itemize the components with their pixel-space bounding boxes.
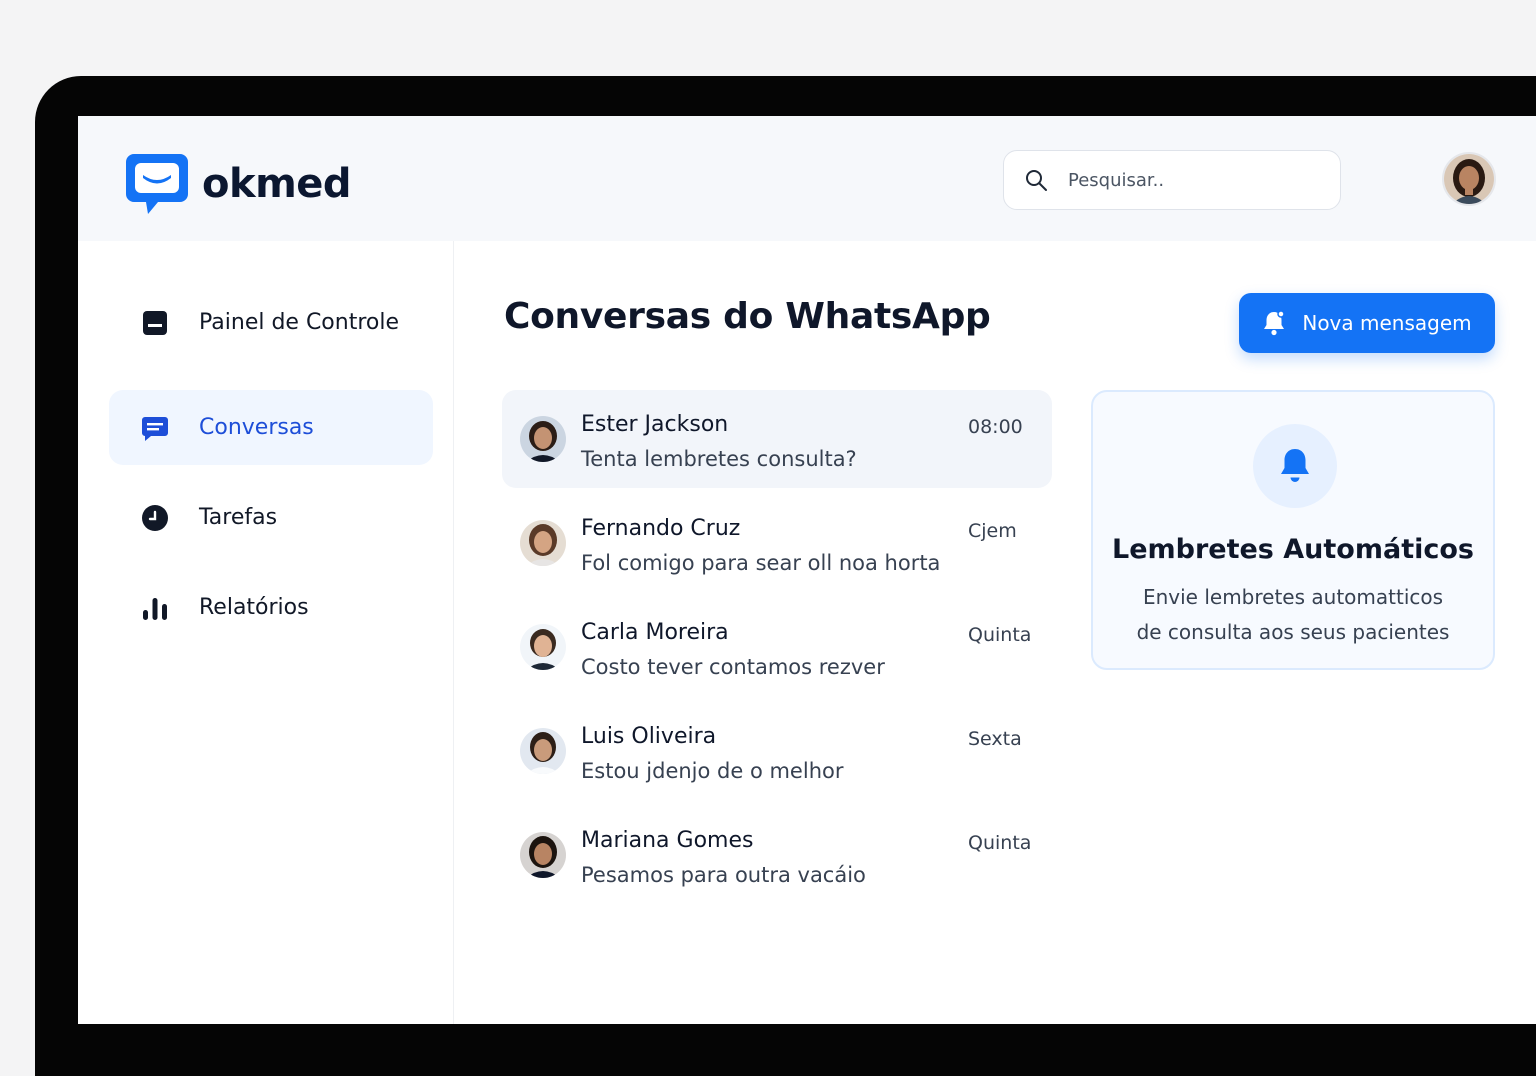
reminder-title: Lembretes Automáticos [1111, 534, 1474, 565]
top-header: okmed [78, 116, 1536, 241]
message-preview: Fol comigo para sear oll noa horta [581, 551, 941, 575]
contact-avatar [520, 728, 566, 774]
sidebar-item-conversas[interactable]: Conversas [109, 390, 433, 465]
message-time: Cjem [968, 520, 1017, 542]
conversation-row[interactable]: Fernando Cruz Fol comigo para sear oll n… [502, 494, 1052, 592]
message-time: Quinta [968, 832, 1032, 854]
contact-name: Fernando Cruz [581, 516, 741, 541]
contact-avatar [520, 520, 566, 566]
app-screen: okmed Pesquisar.. Painel de Controle Con… [78, 116, 1536, 1024]
message-preview: Pesamos para outra vacáio [581, 863, 866, 887]
brand-name: okmed [202, 161, 352, 207]
new-message-button[interactable]: Nova mensagem [1239, 293, 1495, 353]
contact-name: Luis Oliveira [581, 724, 717, 749]
chat-bubble-logo-icon [126, 154, 188, 214]
automatic-reminders-card[interactable]: Lembretes Automáticos Envie lembretes au… [1091, 390, 1495, 670]
new-message-label: Nova mensagem [1302, 311, 1472, 335]
conversation-row[interactable]: Luis Oliveira Estou jdenjo de o melhor S… [502, 702, 1052, 800]
search-input[interactable] [1066, 168, 1310, 192]
search-box[interactable] [1003, 150, 1341, 210]
user-avatar[interactable] [1442, 152, 1496, 206]
avatar-portrait-icon [1444, 154, 1494, 204]
bell-icon [1253, 424, 1337, 508]
sidebar-item-label: Painel de Controle [199, 310, 400, 335]
sidebar-item-painel[interactable]: Painel de Controle [109, 285, 433, 360]
conversation-list: Ester Jackson Tenta lembretes consulta? … [502, 390, 1052, 910]
contact-avatar [520, 624, 566, 670]
reminder-description: Envie lembretes automatticos de consulta… [1093, 580, 1493, 650]
contact-name: Mariana Gomes [581, 828, 754, 853]
contact-name: Carla Moreira [581, 620, 729, 645]
search-icon [1026, 170, 1047, 191]
page-title: Conversas do WhatsApp [504, 296, 991, 337]
message-time: 08:00 [968, 416, 1023, 438]
dashboard-icon [141, 309, 169, 337]
bar-chart-icon [141, 594, 169, 622]
contact-avatar [520, 832, 566, 878]
reminder-description-line: Envie lembretes automatticos [1142, 585, 1444, 609]
contact-name: Ester Jackson [581, 412, 729, 437]
sidebar-item-label: Relatórios [199, 595, 309, 620]
message-preview: Costo tever contamos rezver [581, 655, 885, 679]
sidebar-item-label: Tarefas [199, 505, 278, 530]
sidebar-nav: Painel de Controle Conversas Tarefas Rel… [78, 241, 454, 1024]
message-preview: Tenta lembretes consulta? [581, 447, 857, 471]
conversation-row[interactable]: Carla Moreira Costo tever contamos rezve… [502, 598, 1052, 696]
message-time: Quinta [968, 624, 1032, 646]
contact-avatar [520, 416, 566, 462]
sidebar-item-label: Conversas [199, 415, 314, 440]
conversation-row[interactable]: Ester Jackson Tenta lembretes consulta? … [502, 390, 1052, 488]
conversation-row[interactable]: Mariana Gomes Pesamos para outra vacáio … [502, 806, 1052, 904]
clock-icon [141, 504, 169, 532]
sidebar-item-relatorios[interactable]: Relatórios [109, 570, 433, 645]
brand-logo[interactable]: okmed [124, 152, 352, 216]
sidebar-item-tarefas[interactable]: Tarefas [109, 480, 433, 555]
message-preview: Estou jdenjo de o melhor [581, 759, 844, 783]
reminder-description-line: de consulta aos seus pacientes [1136, 620, 1450, 644]
bell-icon [1264, 310, 1286, 336]
message-time: Sexta [968, 728, 1022, 750]
chat-icon [141, 414, 169, 442]
